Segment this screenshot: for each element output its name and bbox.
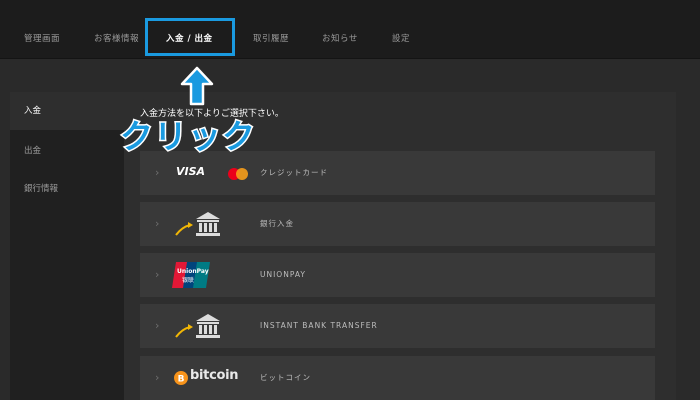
method-row-unionpay[interactable]: › UnionPay 银联 UNIONPAY bbox=[140, 253, 655, 297]
bank-icon bbox=[172, 311, 252, 341]
click-callout-text: クリック bbox=[119, 116, 257, 158]
unionpay-logo: UnionPay 银联 bbox=[172, 260, 252, 290]
sidebar: 入金 出金 銀行情報 bbox=[10, 92, 138, 400]
visa-logo-text: VISA bbox=[176, 165, 206, 178]
visa-mastercard-logo: VISA bbox=[172, 158, 252, 188]
bitcoin-icon: B bbox=[174, 371, 188, 385]
mastercard-icon bbox=[228, 168, 248, 180]
top-nav: 管理画面 お客様情報 入金 / 出金 取引履歴 お知らせ 設定 bbox=[0, 0, 700, 59]
method-label: INSTANT BANK TRANSFER bbox=[260, 321, 378, 330]
svg-text:银联: 银联 bbox=[182, 276, 194, 284]
tab-notifications[interactable]: お知らせ bbox=[322, 30, 358, 48]
sidebar-item-bank-info[interactable]: 銀行情報 bbox=[10, 170, 124, 208]
bank-icon bbox=[172, 209, 252, 239]
chevron-right-icon: › bbox=[155, 268, 160, 281]
chevron-right-icon: › bbox=[155, 319, 160, 332]
tab-settings[interactable]: 設定 bbox=[392, 30, 410, 48]
up-arrow-icon bbox=[180, 66, 214, 106]
bitcoin-logo: B bitcoin bbox=[172, 363, 252, 393]
method-label: UNIONPAY bbox=[260, 270, 306, 279]
method-row-bank-deposit[interactable]: › 銀行入金 bbox=[140, 202, 655, 246]
svg-text:B: B bbox=[178, 375, 185, 385]
tab-highlight-box bbox=[145, 18, 235, 56]
chevron-right-icon: › bbox=[155, 371, 160, 384]
method-label: 銀行入金 bbox=[260, 219, 294, 228]
method-row-instant-bank-transfer[interactable]: › INSTANT BANK TRANSFER bbox=[140, 304, 655, 348]
method-label: ビットコイン bbox=[260, 373, 311, 382]
chevron-right-icon: › bbox=[155, 166, 160, 179]
tab-history[interactable]: 取引履歴 bbox=[253, 30, 289, 48]
method-row-bitcoin[interactable]: › B bitcoin ビットコイン bbox=[140, 356, 655, 400]
sidebar-item-deposit[interactable]: 入金 bbox=[10, 92, 138, 130]
tab-customer-info[interactable]: お客様情報 bbox=[94, 30, 139, 48]
bitcoin-logo-text: bitcoin bbox=[190, 368, 239, 383]
chevron-right-icon: › bbox=[155, 217, 160, 230]
method-label: クレジットカード bbox=[260, 168, 328, 177]
tab-dashboard[interactable]: 管理画面 bbox=[24, 30, 60, 48]
svg-text:UnionPay: UnionPay bbox=[177, 268, 209, 275]
click-callout: クリック bbox=[119, 66, 280, 158]
sidebar-item-withdraw[interactable]: 出金 bbox=[10, 132, 124, 170]
